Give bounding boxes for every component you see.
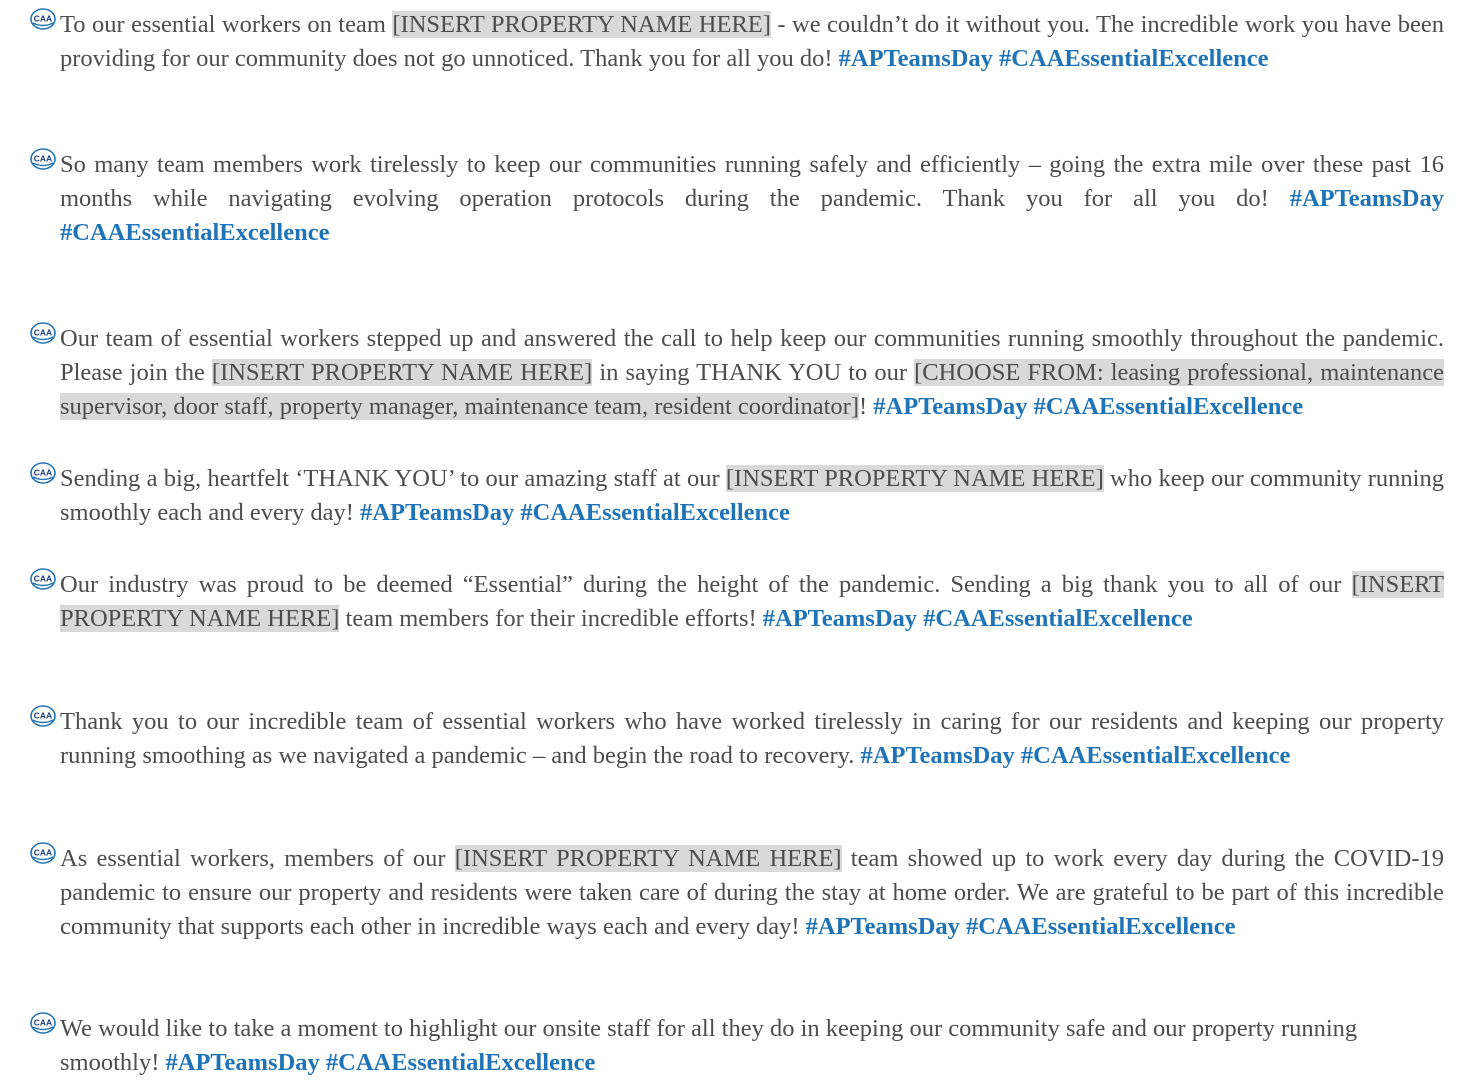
svg-text:CAA: CAA	[34, 468, 52, 478]
post-text: Thank you to our incredible team of esse…	[60, 705, 1444, 773]
placeholder-highlight: [INSERT PROPERTY NAME HERE]	[392, 11, 771, 38]
svg-text:CAA: CAA	[34, 328, 52, 338]
caa-logo-icon: CAA	[30, 842, 60, 866]
hashtags: #APTeamsDay #CAAEssentialExcellence	[860, 742, 1291, 769]
hashtags: #APTeamsDay #CAAEssentialExcellence	[873, 393, 1304, 420]
post-2: CAA So many team members work tirelessly…	[30, 148, 1444, 250]
post-text-segment: As essential workers, members of our	[60, 845, 455, 872]
caa-logo-icon: CAA	[30, 568, 60, 592]
svg-text:CAA: CAA	[34, 848, 52, 858]
post-4: CAA Sending a big, heartfelt ‘THANK YOU’…	[30, 462, 1444, 530]
post-text-segment: So many team members work tirelessly to …	[60, 151, 1444, 212]
caa-logo-icon: CAA	[30, 462, 60, 486]
post-8: CAA We would like to take a moment to hi…	[30, 1012, 1444, 1080]
post-text: Our team of essential workers stepped up…	[60, 322, 1444, 424]
post-text-segment: Sending a big, heartfelt ‘THANK YOU’ to …	[60, 465, 726, 492]
placeholder-highlight: [INSERT PROPERTY NAME HERE]	[454, 845, 842, 872]
post-6: CAA Thank you to our incredible team of …	[30, 705, 1444, 773]
post-3: CAA Our team of essential workers steppe…	[30, 322, 1444, 424]
hashtags: #APTeamsDay #CAAEssentialExcellence	[838, 45, 1269, 72]
caa-logo-icon: CAA	[30, 705, 60, 729]
post-text: As essential workers, members of our [IN…	[60, 842, 1444, 944]
post-text: We would like to take a moment to highli…	[60, 1012, 1444, 1080]
placeholder-highlight: [INSERT PROPERTY NAME HERE]	[211, 359, 593, 386]
post-7: CAA As essential workers, members of our…	[30, 842, 1444, 944]
caa-logo-icon: CAA	[30, 148, 60, 172]
hashtags: #APTeamsDay #CAAEssentialExcellence	[360, 499, 790, 526]
post-text: Our industry was proud to be deemed “Ess…	[60, 568, 1444, 636]
post-text: Sending a big, heartfelt ‘THANK YOU’ to …	[60, 462, 1444, 530]
svg-text:CAA: CAA	[34, 711, 52, 721]
svg-text:CAA: CAA	[34, 1018, 52, 1028]
post-text-segment: To our essential workers on team	[60, 11, 393, 38]
post-text-segment: Our industry was proud to be deemed “Ess…	[60, 571, 1352, 598]
post-1: CAA To our essential workers on team [IN…	[30, 8, 1444, 76]
caa-logo-icon: CAA	[30, 8, 60, 32]
caa-logo-icon: CAA	[30, 1012, 60, 1036]
post-text-segment: team members for their incredible effort…	[339, 605, 763, 632]
caa-logo-icon: CAA	[30, 322, 60, 346]
svg-text:CAA: CAA	[34, 574, 52, 584]
post-text-segment: in saying THANK YOU to our	[592, 359, 915, 386]
post-5: CAA Our industry was proud to be deemed …	[30, 568, 1444, 636]
hashtags: #APTeamsDay #CAAEssentialExcellence	[805, 913, 1236, 940]
svg-text:CAA: CAA	[34, 14, 52, 24]
post-text: To our essential workers on team [INSERT…	[60, 8, 1444, 76]
hashtags: #APTeamsDay #CAAEssentialExcellence	[165, 1049, 596, 1076]
svg-text:CAA: CAA	[34, 154, 52, 164]
post-text-segment: !	[859, 393, 874, 420]
hashtags: #APTeamsDay #CAAEssentialExcellence	[762, 605, 1193, 632]
post-text: So many team members work tirelessly to …	[60, 148, 1444, 250]
placeholder-highlight: [INSERT PROPERTY NAME HERE]	[725, 465, 1104, 492]
document-page: CAA To our essential workers on team [IN…	[0, 0, 1464, 1076]
